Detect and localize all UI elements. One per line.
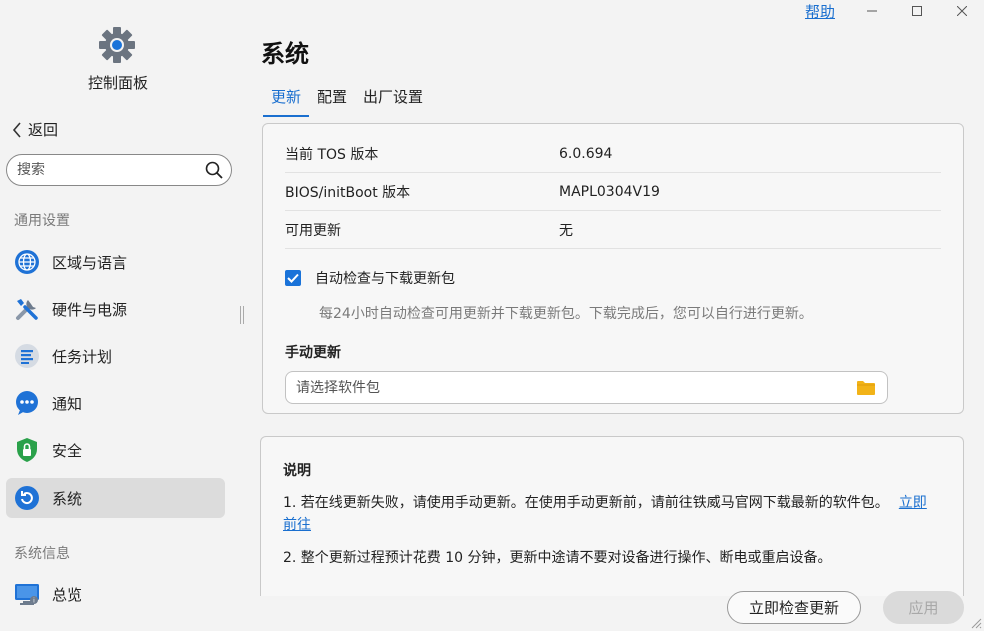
update-card: 当前 TOS 版本 6.0.694 BIOS/initBoot 版本 MAPL0…: [262, 123, 964, 414]
sidebar-item-label: 任务计划: [52, 347, 113, 366]
auto-update-hint: 每24小时自动检查可用更新并下载更新包。下载完成后，您可以自行进行更新。: [319, 306, 813, 322]
note-1: 1. 若在线更新失败，请使用手动更新。在使用手动更新前，请前往铁威马官网下载最新…: [283, 492, 933, 536]
check-update-button[interactable]: 立即检查更新: [727, 591, 861, 624]
sidebar-item-overview[interactable]: i 总览: [6, 574, 225, 614]
chevron-left-icon: [12, 121, 21, 138]
sidebar-item-notification[interactable]: 通知: [6, 383, 225, 423]
sidebar-resize-handle[interactable]: [240, 306, 244, 324]
app-title: 控制面板: [87, 74, 148, 92]
gear-icon: [99, 27, 135, 63]
sidebar-item-task-schedule[interactable]: 任务计划: [6, 336, 225, 376]
monitor-icon: i: [14, 581, 40, 607]
shield-icon: [14, 437, 40, 463]
search-box: [6, 154, 232, 186]
auto-update-label: 自动检查与下载更新包: [315, 271, 455, 287]
section-info-title: 系统信息: [14, 546, 70, 562]
info-value: 无: [559, 222, 573, 239]
auto-update-option: 自动检查与下载更新包: [285, 268, 455, 288]
section-general-title: 通用设置: [14, 213, 70, 229]
sidebar-item-label: 总览: [52, 585, 83, 604]
page-title: 系统: [261, 40, 309, 68]
close-icon[interactable]: [939, 0, 984, 22]
system-refresh-icon: [14, 485, 40, 511]
title-bar: 帮助: [805, 0, 984, 22]
info-value: MAPL0304V19: [559, 183, 660, 200]
info-key: 当前 TOS 版本: [285, 146, 379, 163]
sidebar-item-label: 系统: [52, 489, 83, 508]
sidebar: 控制面板 返回 通用设置 区域与语言 硬件与电源 任务计划 通知: [0, 0, 240, 631]
resize-grip-icon[interactable]: [968, 615, 982, 629]
note-1-text: 1. 若在线更新失败，请使用手动更新。在使用手动更新前，请前往铁威马官网下载最新…: [283, 495, 889, 511]
sidebar-item-hardware-power[interactable]: 硬件与电源: [6, 289, 225, 329]
info-key: 可用更新: [285, 222, 341, 239]
sidebar-item-label: 硬件与电源: [52, 300, 128, 319]
info-key: BIOS/initBoot 版本: [285, 184, 411, 201]
apply-button[interactable]: 应用: [883, 591, 964, 624]
checkmark-icon: [287, 273, 299, 283]
back-button[interactable]: 返回: [12, 119, 58, 140]
search-input[interactable]: [17, 162, 205, 178]
folder-icon[interactable]: [857, 380, 875, 395]
notes-title: 说明: [283, 463, 311, 479]
help-link[interactable]: 帮助: [805, 1, 835, 22]
chat-bubble-icon: [14, 390, 40, 416]
info-row-available-update: 可用更新 无: [285, 211, 941, 249]
sidebar-item-label: 安全: [52, 441, 83, 460]
sidebar-item-security[interactable]: 安全: [6, 430, 225, 470]
info-value: 6.0.694: [559, 145, 613, 162]
back-label: 返回: [28, 121, 59, 139]
minimize-icon[interactable]: [849, 0, 894, 22]
sidebar-item-label: 区域与语言: [52, 253, 128, 272]
globe-icon: [14, 249, 40, 275]
package-path-input[interactable]: [296, 379, 857, 396]
sidebar-item-region-language[interactable]: 区域与语言: [6, 242, 225, 282]
main-panel: 帮助 系统 更新 配置 出厂设置 当前 TOS 版本 6.0.694 BIOS/…: [246, 0, 984, 631]
maximize-icon[interactable]: [894, 0, 939, 22]
tools-icon: [14, 296, 40, 322]
info-row-bios-version: BIOS/initBoot 版本 MAPL0304V19: [285, 173, 941, 211]
info-row-tos-version: 当前 TOS 版本 6.0.694: [285, 135, 941, 173]
tab-factory-reset[interactable]: 出厂设置: [355, 84, 431, 117]
notes-card: 说明 1. 若在线更新失败，请使用手动更新。在使用手动更新前，请前往铁威马官网下…: [260, 436, 964, 596]
search-icon[interactable]: [205, 161, 223, 179]
package-select-field: [285, 371, 888, 404]
tab-bar: 更新 配置 出厂设置: [263, 84, 431, 117]
task-list-icon: [14, 343, 40, 369]
manual-update-title: 手动更新: [285, 345, 341, 361]
sidebar-item-system[interactable]: 系统: [6, 478, 225, 518]
tab-config[interactable]: 配置: [309, 84, 355, 117]
note-2: 2. 整个更新过程预计花费 10 分钟，更新中途请不要对设备进行操作、断电或重启…: [283, 550, 832, 566]
tab-update[interactable]: 更新: [263, 84, 310, 117]
auto-update-checkbox[interactable]: [285, 270, 301, 286]
sidebar-item-label: 通知: [52, 394, 83, 413]
